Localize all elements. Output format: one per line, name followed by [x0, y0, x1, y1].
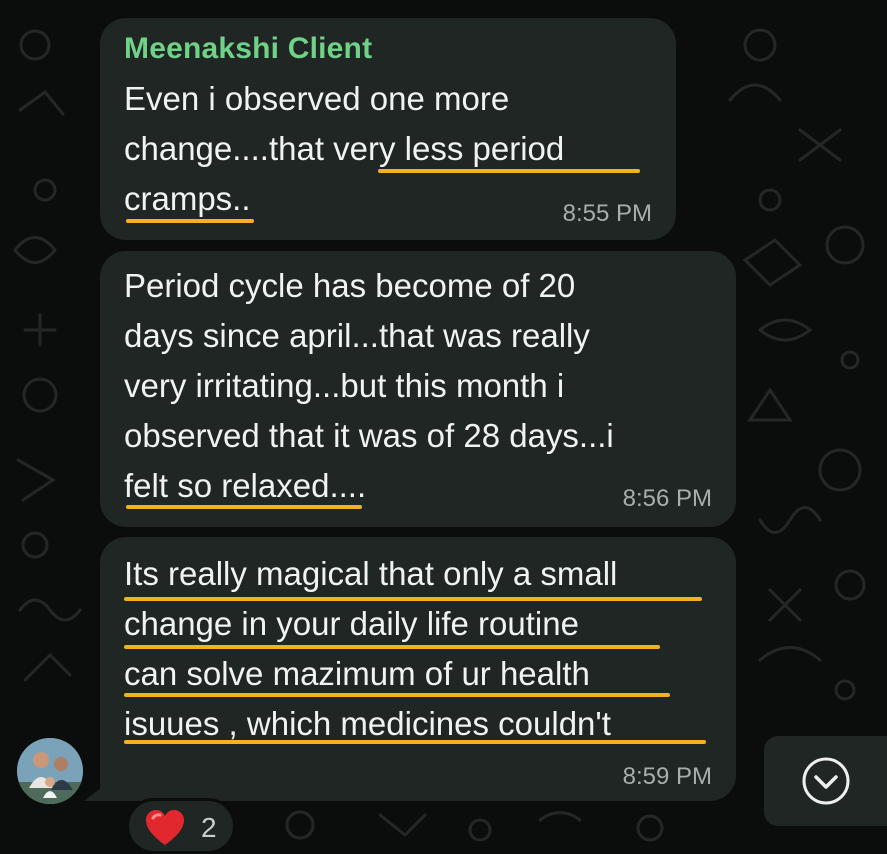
- reaction-count: 2: [201, 812, 217, 843]
- avatar[interactable]: [17, 738, 83, 804]
- chevron-down-circle-icon: [802, 757, 850, 805]
- message-text: Even i observed one more change....that …: [124, 80, 565, 217]
- scroll-to-bottom-button[interactable]: [764, 736, 887, 826]
- message-timestamp: 8:59 PM: [622, 763, 712, 790]
- message-bubble[interactable]: Meenakshi Client Even i observed one mor…: [100, 18, 676, 240]
- message-bubble[interactable]: Its really magical that only a small cha…: [100, 537, 736, 801]
- highlight-underline: [124, 645, 660, 649]
- highlight-underline: [124, 740, 706, 744]
- highlight-underline: [378, 169, 640, 173]
- message-timestamp: 8:56 PM: [622, 485, 712, 512]
- avatar-photo: [17, 738, 83, 804]
- highlight-underline: [124, 597, 702, 601]
- heart-icon: [146, 810, 184, 845]
- bubble-tail: [84, 784, 106, 801]
- highlight-underline: [124, 693, 670, 697]
- message-text: Period cycle has become of 20 days since…: [124, 267, 614, 504]
- highlight-underline: [126, 219, 254, 223]
- message-bubble[interactable]: Period cycle has become of 20 days since…: [100, 251, 736, 527]
- reaction-pill[interactable]: 2: [126, 798, 236, 854]
- sender-name[interactable]: Meenakshi Client: [124, 32, 372, 66]
- message-text: Its really magical that only a small cha…: [124, 555, 618, 742]
- highlight-underline: [126, 505, 362, 509]
- message-timestamp: 8:55 PM: [562, 200, 652, 227]
